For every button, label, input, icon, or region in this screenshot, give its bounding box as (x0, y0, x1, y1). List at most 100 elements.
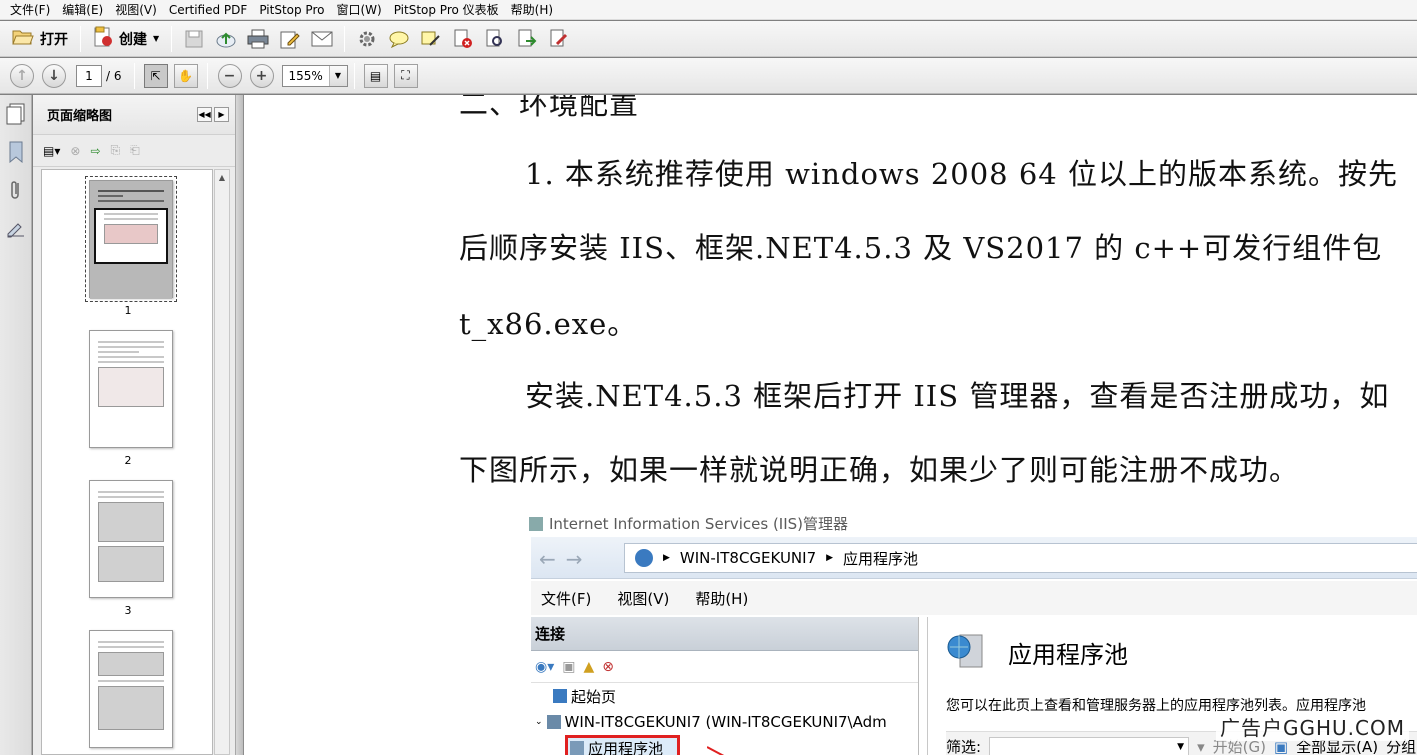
fit-width-icon: ⛶ (401, 68, 410, 82)
paragraph-line: t_x86.exe。 (459, 307, 638, 341)
thumbnail-scrollbar[interactable]: ▲ (214, 169, 230, 755)
upload-cloud-icon[interactable] (215, 28, 237, 50)
panel-splitter[interactable] (235, 95, 244, 755)
zoom-value: 155% (288, 68, 323, 83)
toolbar-separator (344, 25, 346, 52)
path-server: WIN-IT8CGEKUNI7 (679, 549, 817, 567)
path-pools: 应用程序池 (843, 549, 919, 568)
connections-tools: ◉▾ ▣ ▲ ⊗ (531, 651, 918, 683)
highlight-text-icon[interactable] (420, 28, 442, 50)
menu-certified-pdf[interactable]: Certified PDF (163, 0, 254, 20)
tree-item-label: 起始页 (571, 687, 617, 706)
comment-icon[interactable] (388, 28, 410, 50)
extract-page-icon[interactable]: ⎘ (111, 143, 121, 158)
navigation-toolbar: ↑ ↓ 1 / 6 ⇱ ✋ − + 155% ▼ ▤ ⛶ (0, 58, 1417, 94)
page-thumbnails-icon[interactable] (0, 95, 32, 133)
thumbnails-panel: 页面缩略图 ◀◀ ▶ ▤▾ ⊗ ⇨ ⎘ ⎗ 1 2 3 ▲ (33, 95, 235, 755)
gear-icon[interactable] (356, 28, 378, 50)
fit-page-button[interactable]: ▤ (363, 63, 388, 88)
menu-pitstop-pro[interactable]: PitStop Pro (253, 0, 330, 20)
zoom-in-button[interactable]: + (249, 63, 274, 88)
edit-document-icon[interactable] (279, 28, 301, 50)
page-thumbnail-2[interactable] (89, 330, 173, 448)
page-thumbnail-3[interactable] (89, 480, 173, 598)
save-icon[interactable] (183, 28, 205, 50)
menu-view[interactable]: 视图(V) (109, 0, 163, 20)
fit-width-button[interactable]: ⛶ (393, 63, 418, 88)
insert-page-icon[interactable]: ⇨ (90, 144, 100, 158)
up-folder-icon: ▲ (583, 658, 595, 675)
attachment-icon[interactable] (0, 171, 32, 209)
toolbar-separator (353, 62, 355, 89)
email-icon[interactable] (311, 28, 333, 50)
options-arrow-icon[interactable]: ▶ (214, 107, 229, 122)
select-tool-button[interactable]: ⇱ (143, 63, 168, 88)
filter-input: ▼ (989, 736, 1190, 755)
navigation-rail (0, 95, 32, 755)
panel-tools: ▤▾ ⊗ ⇨ ⎘ ⎗ (33, 135, 235, 167)
toolbar-separator (80, 25, 81, 52)
export-document-icon[interactable] (516, 28, 538, 50)
hand-icon: ✋ (178, 68, 193, 83)
toolbar-separator (133, 62, 135, 89)
bookmark-icon[interactable] (0, 133, 32, 171)
thumbnail-options-icon[interactable]: ▤▾ (43, 144, 60, 158)
menu-bar: 文件(F) 编辑(E) 视图(V) Certified PDF PitStop … (0, 0, 1417, 20)
document-view: 二、环境配置 1. 本系统推荐使用 windows 2008 64 位以上的版本… (244, 95, 1417, 755)
signature-icon[interactable] (0, 209, 32, 247)
collapse-panel-icon[interactable]: ◀◀ (197, 107, 212, 122)
filter-label: 筛选: (946, 738, 982, 755)
page-thumbnail-4[interactable] (89, 630, 173, 748)
iis-connections-pane: 连接 ◉▾ ▣ ▲ ⊗ 起始页 ⌄ WIN-IT8CGEKUNI7 (WIN-I… (531, 617, 919, 755)
page-thumbnail-1[interactable] (85, 176, 177, 302)
menu-pitstop-dashboard[interactable]: PitStop Pro 仪表板 (388, 0, 505, 20)
thumbnail-list: 1 2 3 4 (41, 169, 213, 755)
toolbar-separator (171, 25, 173, 52)
back-forward-icon: ←→ (539, 547, 593, 571)
iis-path: ▶ WIN-IT8CGEKUNI7 ▶ 应用程序池 (624, 543, 1417, 573)
menu-edit[interactable]: 编辑(E) (56, 0, 109, 20)
zoom-out-button[interactable]: − (217, 63, 242, 88)
replace-page-icon[interactable]: ⎗ (130, 143, 140, 158)
pools-title: 应用程序池 (1008, 641, 1128, 669)
tree-item-server: ⌄ WIN-IT8CGEKUNI7 (WIN-IT8CGEKUNI7\Adm (531, 709, 918, 735)
page-number-input[interactable]: 1 (76, 64, 102, 87)
server-globe-icon (635, 549, 653, 567)
arrow-down-icon: ↓ (48, 67, 60, 84)
chevron-down-icon: ⌄ (535, 717, 543, 727)
tree-item-start: 起始页 (531, 683, 918, 709)
highlight-box: 应用程序池 (565, 735, 681, 755)
minus-icon: − (223, 67, 236, 84)
menu-file[interactable]: 文件(F) (4, 0, 56, 20)
connect-globe-icon: ◉▾ (535, 658, 555, 675)
main-toolbar: 打开 创建 ▼ (0, 21, 1417, 57)
chevron-right-icon: ▶ (826, 553, 834, 563)
delete-page-icon[interactable]: ⊗ (70, 144, 80, 158)
delete-document-icon[interactable] (452, 28, 474, 50)
menu-help[interactable]: 帮助(H) (505, 0, 559, 20)
start-page-icon (553, 689, 567, 703)
hand-tool-button[interactable]: ✋ (173, 63, 198, 88)
zoom-select[interactable]: 155% ▼ (281, 64, 348, 87)
iis-menu-help: 帮助(H) (695, 589, 749, 608)
open-label: 打开 (40, 31, 68, 48)
iis-window-title: Internet Information Services (IIS)管理器 (529, 513, 848, 534)
chevron-down-icon[interactable]: ▼ (328, 65, 347, 86)
cursor-icon: ⇱ (150, 68, 161, 83)
create-button[interactable]: 创建 ▼ (87, 25, 165, 53)
save-icon: ▣ (562, 658, 576, 675)
open-button[interactable]: 打开 (6, 25, 74, 53)
page-number-label: 2 (124, 454, 132, 467)
previous-page-button[interactable]: ↑ (10, 63, 34, 88)
menu-window[interactable]: 窗口(W) (330, 0, 387, 20)
iis-menu-file: 文件(F) (541, 589, 592, 608)
print-icon[interactable] (247, 28, 269, 50)
arrow-up-icon: ↑ (16, 67, 28, 84)
sign-document-icon[interactable] (548, 28, 570, 50)
panel-header: 页面缩略图 ◀◀ ▶ (33, 95, 235, 135)
scroll-up-icon[interactable]: ▲ (215, 170, 229, 184)
connections-header: 连接 (531, 617, 918, 651)
filter-go-icon: ▾ (1197, 737, 1205, 755)
search-document-icon[interactable] (484, 28, 506, 50)
next-page-button[interactable]: ↓ (42, 63, 66, 88)
